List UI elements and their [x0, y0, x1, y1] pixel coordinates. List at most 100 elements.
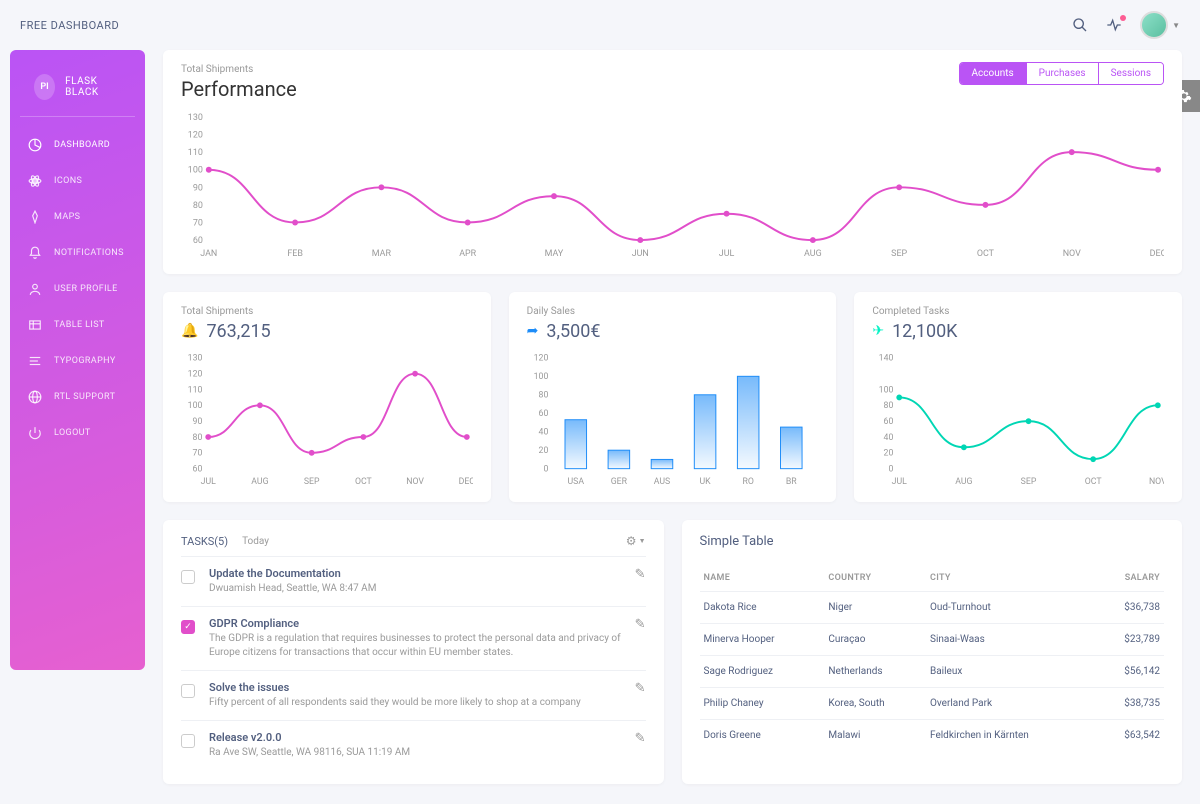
task-row: Solve the issuesFifty percent of all res… — [181, 670, 646, 720]
activity-icon[interactable] — [1106, 17, 1122, 33]
performance-card: Total Shipments Performance Accounts Pur… — [163, 50, 1182, 274]
svg-text:OCT: OCT — [355, 477, 373, 487]
svg-text:20: 20 — [884, 449, 894, 459]
svg-text:60: 60 — [538, 409, 548, 419]
delivery-icon: ➦ — [527, 323, 539, 339]
sidebar-item-label: LOGOUT — [54, 428, 91, 438]
tasks-heading: TASKS(5) — [181, 535, 228, 548]
align-icon — [28, 354, 42, 368]
svg-text:110: 110 — [188, 385, 203, 395]
svg-text:80: 80 — [193, 201, 203, 211]
table-icon — [28, 318, 42, 332]
tab-sessions[interactable]: Sessions — [1098, 63, 1163, 84]
sidebar-item-user-profile[interactable]: USER PROFILE — [10, 271, 145, 307]
edit-icon[interactable]: ✎ — [635, 617, 646, 632]
svg-text:GER: GER — [610, 477, 627, 487]
sidebar-item-rtl-support[interactable]: RTL SUPPORT — [10, 379, 145, 415]
svg-text:AUG: AUG — [251, 477, 268, 487]
svg-text:40: 40 — [538, 428, 548, 438]
svg-text:80: 80 — [538, 391, 548, 401]
task-desc: The GDPR is a regulation that requires b… — [209, 632, 621, 660]
task-title: Release v2.0.0 — [209, 731, 621, 744]
sidebar-item-icons[interactable]: ICONS — [10, 163, 145, 199]
svg-text:NOV: NOV — [1063, 249, 1081, 259]
svg-text:JUL: JUL — [892, 477, 907, 487]
table-row: Philip ChaneyKorea, SouthOverland Park$3… — [700, 688, 1165, 720]
svg-text:90: 90 — [193, 183, 203, 193]
tasks-metric-card: Completed Tasks ✈12,100K 020406080100140… — [854, 292, 1182, 502]
bell-icon — [28, 246, 42, 260]
perf-tabs: Accounts Purchases Sessions — [959, 62, 1165, 85]
sidebar-item-label: TYPOGRAPHY — [54, 356, 116, 366]
sidebar-item-label: USER PROFILE — [54, 284, 118, 294]
svg-text:120: 120 — [533, 354, 548, 364]
edit-icon[interactable]: ✎ — [635, 731, 646, 746]
svg-text:NOV: NOV — [1149, 477, 1164, 487]
task-desc: Fifty percent of all respondents said th… — [209, 696, 621, 710]
svg-text:RO: RO — [742, 477, 753, 487]
sidebar-item-typography[interactable]: TYPOGRAPHY — [10, 343, 145, 379]
svg-text:DEC: DEC — [459, 477, 473, 487]
svg-text:JUL: JUL — [719, 249, 735, 259]
task-desc: Dwuamish Head, Seattle, WA 8:47 AM — [209, 582, 621, 596]
bell-icon: 🔔 — [181, 323, 198, 339]
simple-table: NAME COUNTRY CITY SALARY Dakota RiceNige… — [700, 565, 1165, 751]
sidebar-item-dashboard[interactable]: DASHBOARD — [10, 127, 145, 163]
sidebar-item-notifications[interactable]: NOTIFICATIONS — [10, 235, 145, 271]
sidebar-brand[interactable]: PI FLASK BLACK — [20, 64, 135, 117]
tasks-today: Today — [242, 536, 269, 547]
notification-dot — [1120, 15, 1126, 21]
svg-text:JUL: JUL — [201, 477, 216, 487]
table-row: Minerva HooperCuraçaoSinaai-Waas$23,789 — [700, 624, 1165, 656]
brand-name: FLASK BLACK — [65, 76, 121, 98]
svg-text:AUS: AUS — [653, 477, 669, 487]
task-checkbox[interactable] — [181, 684, 195, 698]
tasks-chart: 020406080100140JULAUGSEPOCTNOV — [872, 352, 1164, 488]
svg-text:80: 80 — [884, 401, 894, 411]
shipments-value: 763,215 — [206, 321, 270, 342]
table-row: Dakota RiceNigerOud-Turnhout$36,738 — [700, 592, 1165, 624]
power-icon — [28, 426, 42, 440]
svg-text:70: 70 — [193, 218, 203, 228]
sidebar-item-logout[interactable]: LOGOUT — [10, 415, 145, 451]
svg-text:100: 100 — [533, 372, 548, 382]
task-row: Release v2.0.0 Ra Ave SW, Seattle, WA 981… — [181, 720, 646, 770]
globe-icon — [28, 390, 42, 404]
svg-text:JAN: JAN — [200, 249, 217, 259]
svg-text:OCT: OCT — [977, 249, 995, 259]
svg-text:110: 110 — [188, 148, 203, 158]
task-checkbox[interactable]: ✓ — [181, 620, 195, 634]
svg-text:SEP: SEP — [1021, 477, 1037, 487]
edit-icon[interactable]: ✎ — [635, 567, 646, 582]
performance-chart: 60708090100110120130JANFEBMARAPRMAYJUNJU… — [181, 111, 1164, 260]
tab-purchases[interactable]: Purchases — [1026, 63, 1098, 84]
svg-text:130: 130 — [188, 113, 203, 123]
tab-accounts[interactable]: Accounts — [960, 63, 1026, 84]
th-name: NAME — [700, 565, 825, 592]
tasks-settings-icon[interactable]: ⚙▼ — [626, 534, 646, 548]
sales-label: Daily Sales — [527, 306, 819, 317]
svg-text:JUN: JUN — [632, 249, 649, 259]
sidebar: PI FLASK BLACK DASHBOARDICONSMAPSNOTIFIC… — [10, 50, 145, 670]
task-row: Update the DocumentationDwuamish Head, S… — [181, 556, 646, 606]
task-desc: Ra Ave SW, Seattle, WA 98116, SUA 11:19 … — [209, 746, 621, 760]
shipments-chart: 60708090100110120130JULAUGSEPOCTNOVDEC — [181, 352, 473, 488]
pin-icon — [28, 210, 42, 224]
sidebar-item-maps[interactable]: MAPS — [10, 199, 145, 235]
user-menu[interactable]: ▼ — [1140, 11, 1180, 39]
brand-badge: PI — [34, 74, 55, 100]
edit-icon[interactable]: ✎ — [635, 681, 646, 696]
svg-text:0: 0 — [543, 465, 548, 475]
tasks-card: TASKS(5) Today ⚙▼ Update the Documentati… — [163, 520, 664, 784]
send-icon: ✈ — [872, 323, 884, 339]
search-icon[interactable] — [1072, 17, 1088, 33]
svg-text:120: 120 — [188, 131, 203, 141]
task-checkbox[interactable] — [181, 734, 195, 748]
tasks-metric-label: Completed Tasks — [872, 306, 1164, 317]
task-checkbox[interactable] — [181, 570, 195, 584]
svg-text:90: 90 — [193, 417, 203, 427]
table-title: Simple Table — [700, 534, 1165, 549]
svg-text:AUG: AUG — [804, 249, 822, 259]
sidebar-item-table-list[interactable]: TABLE LIST — [10, 307, 145, 343]
svg-text:70: 70 — [193, 449, 203, 459]
